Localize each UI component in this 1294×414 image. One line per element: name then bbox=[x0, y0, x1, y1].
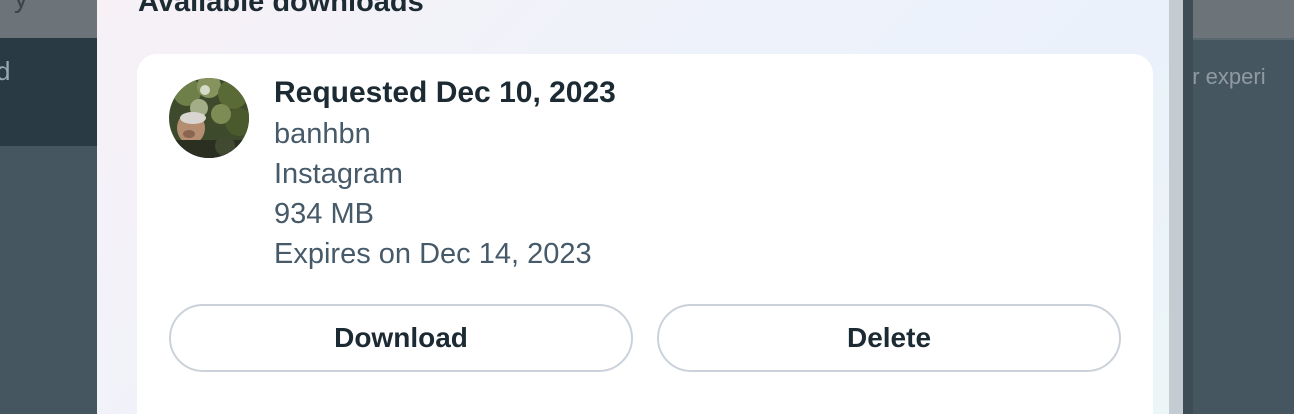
dialog-scrollbar[interactable] bbox=[1169, 0, 1183, 414]
requested-date: Requested Dec 10, 2023 bbox=[274, 76, 616, 109]
account-username: banhbn bbox=[274, 118, 371, 150]
downloads-dialog: Available downloads Requested Dec 10, 20… bbox=[97, 0, 1169, 414]
background-right-text: ur experi bbox=[1180, 64, 1266, 89]
avatar bbox=[169, 78, 249, 158]
file-size: 934 MB bbox=[274, 198, 374, 230]
background-left-panel bbox=[0, 38, 97, 146]
background-left-text: d bbox=[0, 56, 11, 86]
download-details: Requested Dec 10, 2023 banhbn Instagram … bbox=[274, 72, 616, 274]
dialog-title: Available downloads bbox=[138, 0, 424, 18]
profile-photo-icon bbox=[169, 78, 249, 158]
background-header-text: y bbox=[14, 0, 28, 14]
expiry-date: Expires on Dec 14, 2023 bbox=[274, 238, 592, 270]
scrollbar-edge bbox=[1183, 0, 1193, 414]
platform-name: Instagram bbox=[274, 158, 403, 190]
background-divider bbox=[1192, 38, 1294, 40]
download-card: Requested Dec 10, 2023 banhbn Instagram … bbox=[137, 54, 1153, 414]
delete-button[interactable]: Delete bbox=[657, 304, 1121, 372]
download-button[interactable]: Download bbox=[169, 304, 633, 372]
